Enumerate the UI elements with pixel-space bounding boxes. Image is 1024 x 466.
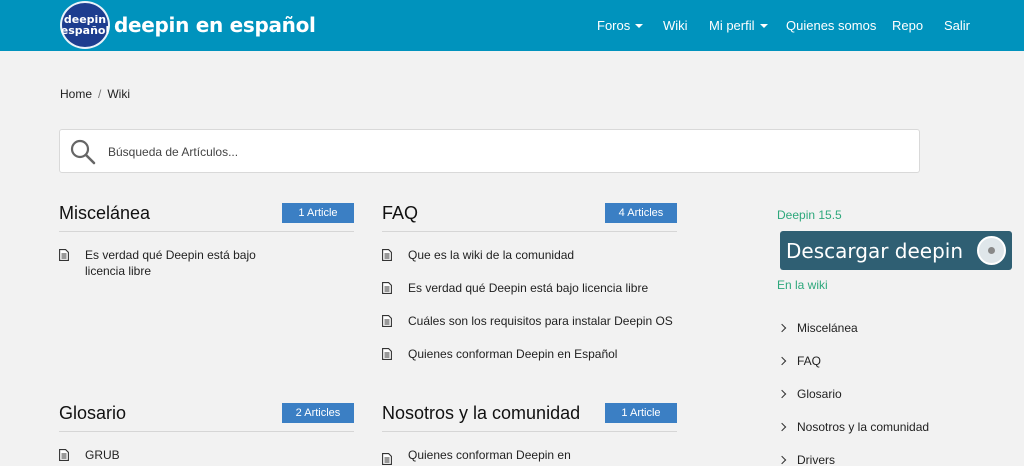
article-title: Quienes conforman Deepin en Español <box>408 347 618 361</box>
sidebar-item-label: Nosotros y la comunidad <box>797 419 930 434</box>
nav-quienes-somos[interactable]: Quienes somos <box>786 0 876 51</box>
nav-salir-label: Salir <box>944 18 971 33</box>
article-link[interactable]: Cuáles son los requisitos para instalar … <box>382 313 677 329</box>
sidebar-category-list: Miscelánea FAQ Glosario Nosotros y la co… <box>777 311 1017 466</box>
article-link[interactable]: Que es la wiki de la comunidad <box>382 247 677 263</box>
divider <box>59 231 354 232</box>
category-glosario: Glosario 2 Articles GRUB <box>59 403 354 462</box>
article-title: Que es la wiki de la comunidad <box>408 248 575 262</box>
article-title: GRUB <box>85 448 120 462</box>
article-count-badge: 1 Article <box>282 203 354 223</box>
nav-foros[interactable]: Foros <box>597 0 644 51</box>
site-logo[interactable]: deepin español deepin en español <box>60 1 316 49</box>
sidebar-item-faq[interactable]: FAQ <box>777 344 1017 377</box>
logo-badge: deepin español <box>60 1 110 49</box>
sidebar-version-heading: Deepin 15.5 <box>777 208 842 222</box>
category-nosotros: Nosotros y la comunidad 1 Article Quiene… <box>382 403 677 465</box>
nav-mi-perfil[interactable]: Mi perfil <box>709 0 768 51</box>
article-count-badge: 1 Article <box>605 403 677 423</box>
sidebar-item-glosario[interactable]: Glosario <box>777 377 1017 410</box>
article-title: Es verdad qué Deepin está bajo licencia … <box>85 248 256 278</box>
magnifier-icon <box>70 139 96 165</box>
nav-repo[interactable]: Repo <box>892 0 923 51</box>
logo-badge-line2: español <box>60 24 110 37</box>
sidebar-item-label: Miscelánea <box>797 320 858 335</box>
nav-salir[interactable]: Salir <box>944 0 970 51</box>
article-title: Quienes conforman Deepin en <box>408 448 571 462</box>
article-count-badge: 2 Articles <box>282 403 354 423</box>
category-title[interactable]: Glosario <box>59 403 126 424</box>
category-faq: FAQ 4 Articles Que es la wiki de la comu… <box>382 203 677 361</box>
article-link[interactable]: Quienes conforman Deepin en <box>382 447 677 465</box>
document-icon <box>382 348 392 360</box>
document-icon <box>382 282 392 294</box>
article-search-box <box>59 129 920 173</box>
nav-mi-perfil-label: Mi perfil <box>709 18 755 33</box>
document-icon <box>59 449 69 461</box>
article-count-badge: 4 Articles <box>605 203 677 223</box>
breadcrumb-home[interactable]: Home <box>60 87 92 101</box>
download-deepin-button[interactable]: Descargar deepin <box>780 231 1012 270</box>
chevron-right-icon <box>777 422 787 431</box>
article-link[interactable]: GRUB <box>59 447 354 463</box>
category-title[interactable]: Nosotros y la comunidad <box>382 403 580 424</box>
caret-down-icon <box>635 23 644 28</box>
document-icon <box>382 453 392 465</box>
document-icon <box>59 249 69 261</box>
search-input[interactable] <box>108 137 898 167</box>
download-button-label: Descargar deepin <box>786 238 964 263</box>
article-link[interactable]: Es verdad qué Deepin está bajo licencia … <box>382 280 677 296</box>
article-title: Es verdad qué Deepin está bajo licencia … <box>408 281 649 295</box>
nav-wiki[interactable]: Wiki <box>663 0 688 51</box>
nav-repo-label: Repo <box>892 18 924 33</box>
divider <box>59 431 354 432</box>
sidebar-item-miscelanea[interactable]: Miscelánea <box>777 311 1017 344</box>
sidebar-item-nosotros[interactable]: Nosotros y la comunidad <box>777 410 1017 443</box>
sidebar-item-label: Drivers <box>797 452 835 466</box>
top-navbar: deepin español deepin en español Foros W… <box>0 0 1024 51</box>
disc-icon <box>977 236 1006 265</box>
divider <box>382 431 677 432</box>
article-link[interactable]: Quienes conforman Deepin en Español <box>382 346 677 362</box>
chevron-right-icon <box>777 356 787 365</box>
breadcrumb-current: Wiki <box>107 87 131 101</box>
breadcrumb-separator: / <box>98 87 102 101</box>
category-title[interactable]: Miscelánea <box>59 203 150 224</box>
chevron-right-icon <box>777 389 787 398</box>
nav-foros-label: Foros <box>597 18 631 33</box>
chevron-right-icon <box>777 323 787 332</box>
category-miscelanea: Miscelánea 1 Article Es verdad qué Deepi… <box>59 203 354 278</box>
sidebar-item-drivers[interactable]: Drivers <box>777 443 1017 466</box>
article-link[interactable]: Es verdad qué Deepin está bajo licencia … <box>59 247 269 279</box>
category-title[interactable]: FAQ <box>382 203 418 224</box>
chevron-right-icon <box>777 455 787 464</box>
sidebar-item-label: FAQ <box>797 353 822 368</box>
divider <box>382 231 677 232</box>
sidebar-item-label: Glosario <box>797 386 842 401</box>
site-name: deepin en español <box>114 13 316 37</box>
sidebar-wiki-heading: En la wiki <box>777 278 828 292</box>
breadcrumb: Home / Wiki <box>60 87 130 101</box>
document-icon <box>382 315 392 327</box>
nav-quienes-somos-label: Quienes somos <box>786 18 877 33</box>
nav-wiki-label: Wiki <box>663 18 688 33</box>
document-icon <box>382 249 392 261</box>
caret-down-icon <box>759 23 768 28</box>
article-title: Cuáles son los requisitos para instalar … <box>408 314 673 328</box>
